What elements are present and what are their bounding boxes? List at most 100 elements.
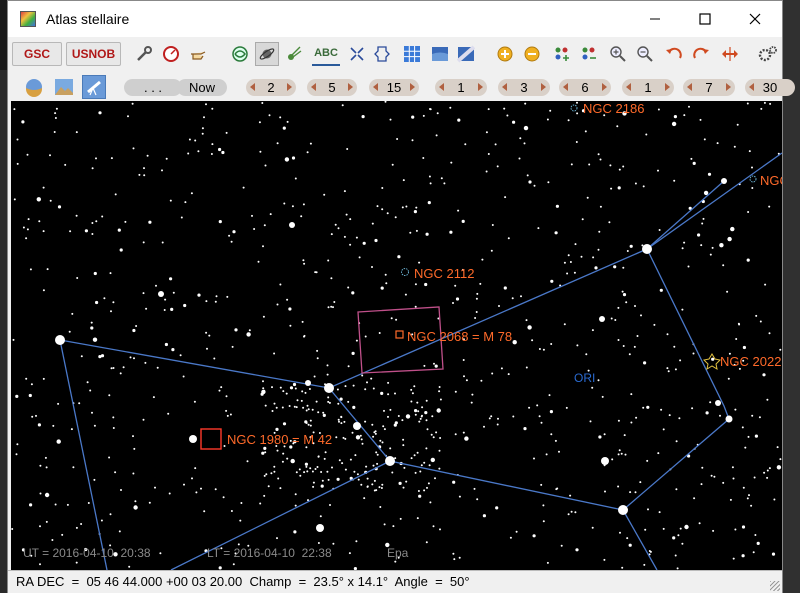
galaxy-button[interactable] (228, 42, 252, 66)
bright-star[interactable] (316, 524, 324, 532)
open-cluster-icon[interactable] (570, 104, 578, 112)
star (384, 273, 387, 276)
now-button[interactable]: Now (177, 79, 227, 96)
constellation-button[interactable] (370, 42, 394, 66)
star (286, 457, 289, 460)
bright-star[interactable] (715, 400, 721, 406)
zoom-out-star-button[interactable] (520, 42, 544, 66)
bright-star[interactable] (385, 456, 395, 466)
star (307, 423, 310, 426)
arrow-right-icon[interactable] (478, 83, 483, 91)
star (679, 359, 682, 362)
arrow-right-icon[interactable] (348, 83, 353, 91)
bright-star[interactable] (599, 316, 605, 322)
star (710, 474, 713, 477)
arrow-left-icon[interactable] (749, 83, 754, 91)
day-step-stepper[interactable]: 1 (622, 79, 674, 96)
week-stepper[interactable]: 7 (683, 79, 735, 96)
more-stars-button[interactable] (550, 42, 574, 66)
comet-button[interactable] (282, 42, 306, 66)
bright-star[interactable] (55, 335, 65, 345)
star (197, 293, 201, 297)
object-label[interactable]: NGC (760, 173, 782, 188)
arrow-left-icon[interactable] (373, 83, 378, 91)
object-label[interactable]: NGC 2112 (414, 266, 474, 281)
flip-button[interactable] (345, 42, 369, 66)
object-label[interactable]: NGC 1980 = M 42 (227, 432, 332, 447)
resize-grip-icon[interactable] (770, 581, 780, 591)
bright-star[interactable] (324, 383, 334, 393)
bright-star[interactable] (305, 380, 311, 386)
arrow-right-icon[interactable] (287, 83, 292, 91)
open-cluster-icon[interactable] (401, 268, 409, 276)
landscape-button[interactable] (52, 75, 76, 99)
hour-stepper[interactable]: 1 (435, 79, 487, 96)
bright-star[interactable] (601, 457, 609, 465)
day-stepper[interactable]: 15 (369, 79, 419, 96)
bright-star[interactable] (721, 178, 727, 184)
star (75, 561, 78, 564)
arrow-left-icon[interactable] (439, 83, 444, 91)
bright-star[interactable] (353, 422, 361, 430)
nebula-icon[interactable] (200, 428, 222, 450)
arrow-left-icon[interactable] (626, 83, 631, 91)
month-stepper[interactable]: 5 (307, 79, 357, 96)
maximize-button[interactable] (680, 1, 730, 37)
arrow-left-icon[interactable] (311, 83, 316, 91)
milky-way-button[interactable] (454, 42, 478, 66)
telescope-button[interactable] (82, 75, 106, 99)
tools-button[interactable] (132, 42, 156, 66)
arrow-left-icon[interactable] (502, 83, 507, 91)
object-label[interactable]: NGC 2068 = M 78 (407, 329, 512, 344)
settings-button[interactable] (756, 42, 780, 66)
second-stepper[interactable]: 6 (559, 79, 611, 96)
horizon-button[interactable] (428, 42, 452, 66)
year-stepper[interactable]: 2 (246, 79, 296, 96)
arrow-right-icon[interactable] (665, 83, 670, 91)
zoom-out-button[interactable] (633, 42, 657, 66)
arrow-left-icon[interactable] (250, 83, 255, 91)
rotate-right-button[interactable] (689, 42, 713, 66)
minimize-button[interactable] (630, 1, 680, 37)
arrow-left-icon[interactable] (687, 83, 692, 91)
pointer-button[interactable] (186, 42, 210, 66)
gsc-button[interactable]: GSC (12, 42, 62, 66)
nebula-icon[interactable] (395, 330, 404, 339)
bright-star[interactable] (189, 435, 197, 443)
arrow-left-icon[interactable] (563, 83, 568, 91)
arrow-right-icon[interactable] (602, 83, 607, 91)
bright-star[interactable] (158, 291, 164, 297)
arrow-right-icon[interactable] (726, 83, 731, 91)
close-button[interactable] (730, 1, 780, 37)
rotate-left-button[interactable] (662, 42, 686, 66)
zoom-in-star-button[interactable] (493, 42, 517, 66)
labels-button[interactable]: ABC (312, 42, 340, 66)
arrow-right-icon[interactable] (541, 83, 546, 91)
star (172, 291, 175, 294)
usnob-button[interactable]: USNOB (66, 42, 121, 66)
bright-star[interactable] (618, 505, 628, 515)
planetary-nebula-icon[interactable] (702, 353, 722, 371)
bright-star[interactable] (289, 222, 295, 228)
sky-map[interactable]: NGC 2186 NGC 2112 NGC 2068 = M 78 NGC 20… (11, 101, 782, 570)
bright-star[interactable] (725, 415, 733, 423)
sky-chart[interactable]: NGC 2186 NGC 2112 NGC 2068 = M 78 NGC 20… (11, 101, 782, 570)
object-label[interactable]: NGC 2186 (583, 101, 644, 116)
grid-button[interactable] (400, 42, 424, 66)
bright-star[interactable] (642, 244, 652, 254)
star (352, 405, 356, 409)
time-menu-button[interactable]: . . . (124, 79, 182, 96)
star (293, 405, 296, 408)
object-label[interactable]: NGC 2022 (720, 354, 781, 369)
minute-stepper[interactable]: 3 (498, 79, 550, 96)
zoom-in-button[interactable] (606, 42, 630, 66)
open-cluster-icon[interactable] (749, 175, 757, 183)
arrow-right-icon[interactable] (410, 83, 415, 91)
month-step-stepper[interactable]: 30 (745, 79, 795, 96)
planet-button[interactable] (255, 42, 279, 66)
mirror-button[interactable] (718, 42, 742, 66)
star (221, 150, 225, 155)
speed-button[interactable] (159, 42, 183, 66)
fewer-stars-button[interactable] (577, 42, 601, 66)
location-button[interactable] (22, 75, 46, 99)
